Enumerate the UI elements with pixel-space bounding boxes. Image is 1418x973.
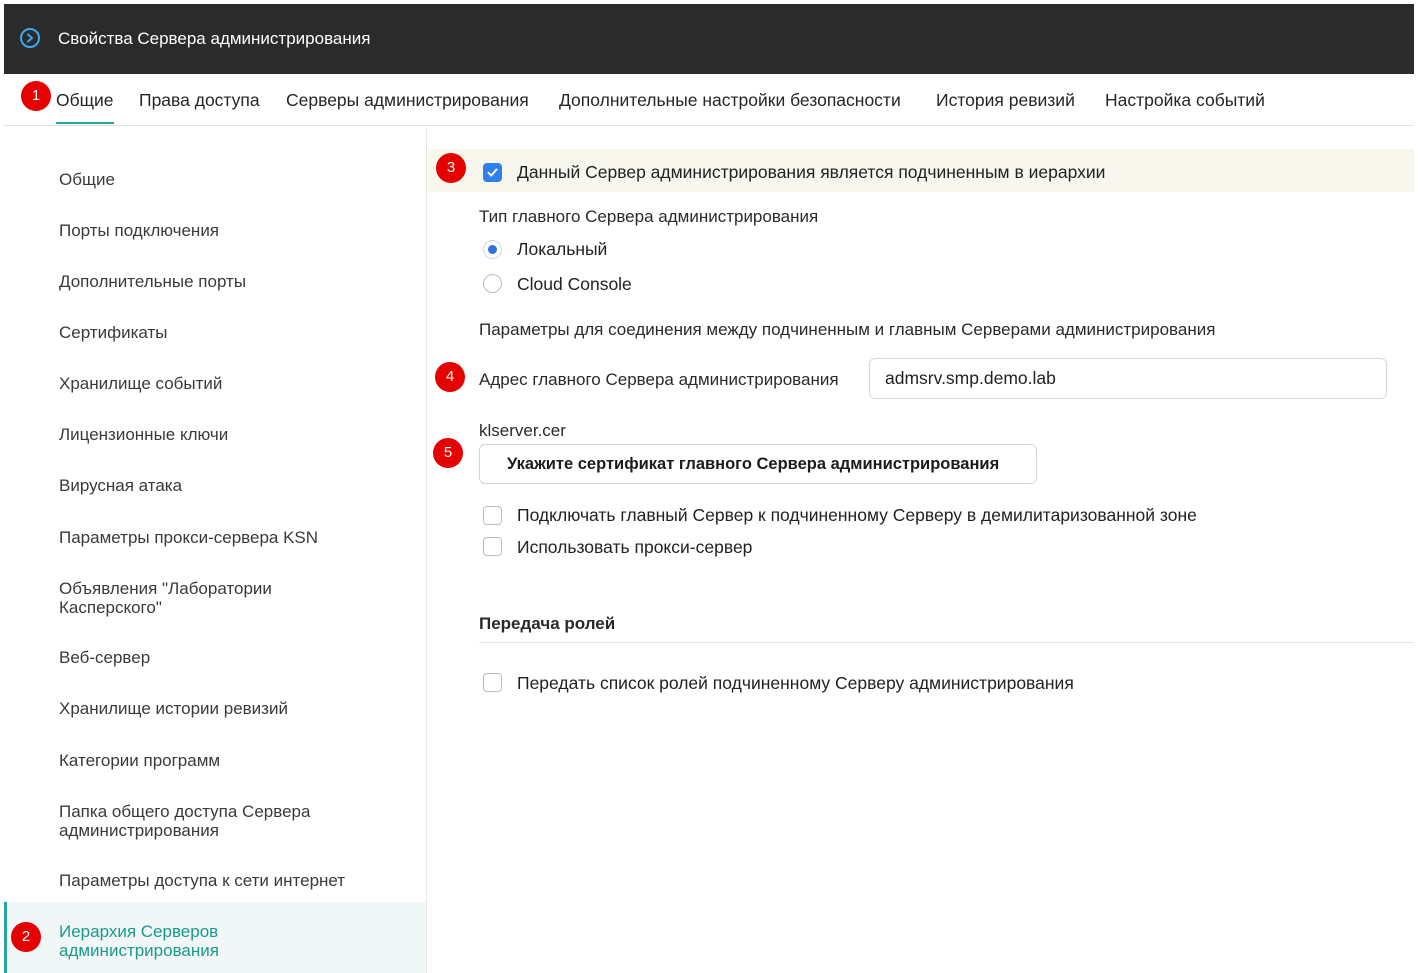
specify-certificate-button[interactable]: Укажите сертификат главного Сервера адми… (479, 444, 1037, 484)
sidebar-item-additional-ports[interactable]: Дополнительные порты (59, 272, 399, 291)
secondary-server-label: Данный Сервер администрирования является… (517, 162, 1106, 182)
tab-admin-servers[interactable]: Серверы администрирования (286, 74, 529, 126)
title-bar: Свойства Сервера администрирования (4, 4, 1414, 74)
tab-revision-history[interactable]: История ревизий (936, 74, 1075, 126)
content-panel: Данный Сервер администрирования является… (428, 127, 1414, 973)
window-title: Свойства Сервера администрирования (58, 29, 371, 48)
annotation-marker-3: 3 (436, 153, 466, 183)
tab-additional-security[interactable]: Дополнительные настройки безопасности (559, 74, 901, 126)
chevron-circle-icon[interactable] (20, 28, 40, 48)
sidebar-item-event-storage[interactable]: Хранилище событий (59, 374, 399, 393)
certificate-file-name: klserver.cer (479, 421, 566, 440)
tab-event-config[interactable]: Настройка событий (1105, 74, 1265, 126)
roles-checkbox[interactable] (483, 673, 502, 692)
sidebar-item-shared-folder[interactable]: Папка общего доступа Сервера администрир… (59, 802, 359, 840)
sidebar-item-license-keys[interactable]: Лицензионные ключи (59, 425, 399, 444)
tab-access-rights[interactable]: Права доступа (139, 74, 260, 126)
sidebar-item-connection-ports[interactable]: Порты подключения (59, 221, 399, 240)
proxy-checkbox[interactable] (483, 537, 502, 556)
annotation-marker-4: 4 (435, 362, 465, 392)
dmz-checkbox-label: Подключать главный Сервер к подчиненному… (517, 505, 1197, 525)
sidebar-item-certificates[interactable]: Сертификаты (59, 323, 399, 342)
radio-local[interactable] (483, 240, 502, 259)
dmz-checkbox[interactable] (483, 506, 502, 525)
annotation-marker-2: 2 (11, 922, 41, 952)
properties-window: Свойства Сервера администрирования Общие… (4, 4, 1414, 973)
proxy-checkbox-label: Использовать прокси-сервер (517, 537, 753, 557)
connection-params-heading: Параметры для соединения между подчиненн… (479, 320, 1216, 339)
sidebar-item-internet-access[interactable]: Параметры доступа к сети интернет (59, 871, 399, 890)
master-address-input[interactable] (869, 358, 1387, 399)
sidebar-item-kaspersky-announcements[interactable]: Объявления "Лаборатории Касперского" (59, 579, 319, 617)
annotation-marker-5: 5 (433, 438, 463, 468)
radio-cloud-console[interactable] (483, 274, 502, 293)
radio-local-label: Локальный (517, 239, 608, 259)
sidebar-item-ksn-proxy[interactable]: Параметры прокси-сервера KSN (59, 528, 399, 547)
roles-checkbox-label: Передать список ролей подчиненному Серве… (517, 673, 1074, 693)
sidebar-item-revision-storage[interactable]: Хранилище истории ревизий (59, 699, 399, 718)
radio-cloud-console-label: Cloud Console (517, 274, 632, 294)
sidebar-item-virus-outbreak[interactable]: Вирусная атака (59, 476, 399, 495)
sidebar-item-server-hierarchy[interactable]: Иерархия Серверов администрирования (59, 922, 259, 960)
sidebar-item-web-server[interactable]: Веб-сервер (59, 648, 399, 667)
roles-divider (479, 642, 1414, 643)
secondary-server-checkbox[interactable] (483, 163, 502, 182)
sidebar-item-general[interactable]: Общие (59, 170, 399, 189)
tab-bar: Общие Права доступа Серверы администриро… (4, 74, 1414, 126)
roles-heading: Передача ролей (479, 614, 616, 633)
sidebar: Общие Порты подключения Дополнительные п… (4, 127, 427, 973)
sidebar-item-app-categories[interactable]: Категории программ (59, 751, 399, 770)
master-address-label: Адрес главного Сервера администрирования (479, 370, 839, 389)
master-type-heading: Тип главного Сервера администрирования (479, 207, 819, 226)
annotation-marker-1: 1 (21, 81, 51, 111)
tab-general[interactable]: Общие (56, 74, 114, 126)
